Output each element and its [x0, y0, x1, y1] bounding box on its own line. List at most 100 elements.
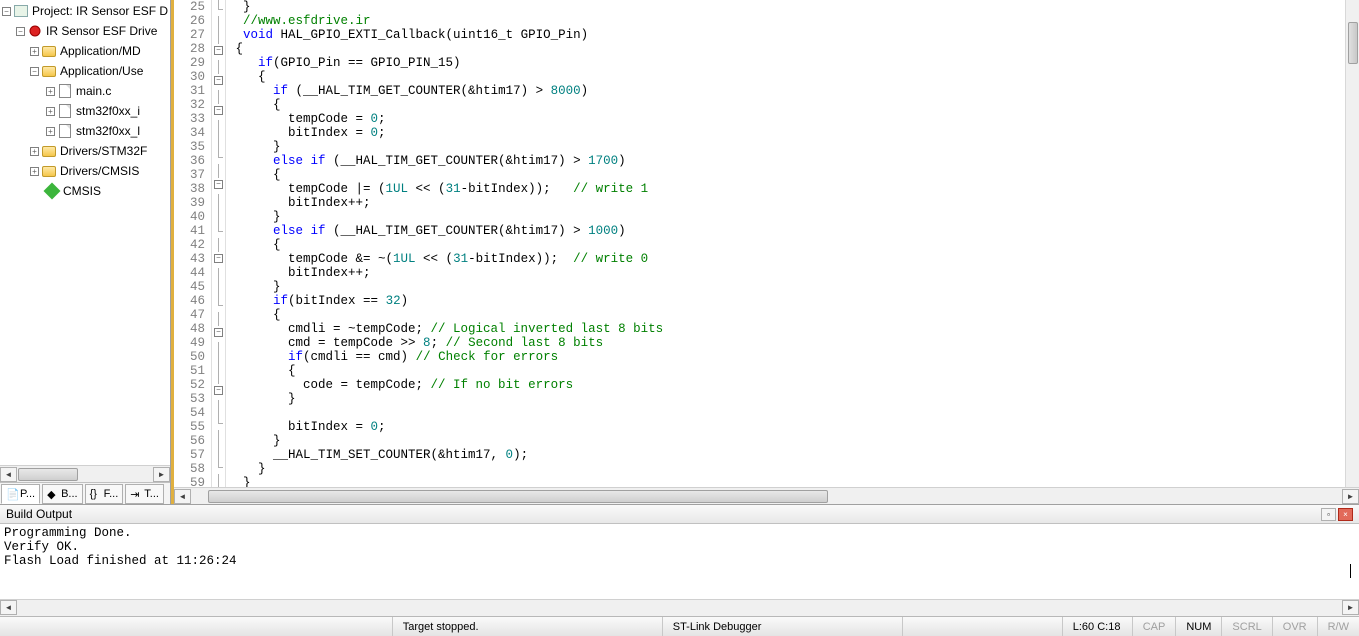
scroll-thumb[interactable] [18, 468, 78, 481]
code-line[interactable]: { [228, 364, 1359, 378]
code-line[interactable]: bitIndex++; [228, 266, 1359, 280]
code-line[interactable]: { [228, 308, 1359, 322]
expand-icon[interactable]: + [30, 47, 39, 56]
code-line[interactable]: } [228, 140, 1359, 154]
code-line[interactable]: if (__HAL_TIM_GET_COUNTER(&htim17) > 800… [228, 84, 1359, 98]
code-line[interactable]: { [228, 238, 1359, 252]
status-rw: R/W [1318, 617, 1359, 636]
code-line[interactable]: __HAL_TIM_SET_COUNTER(&htim17, 0); [228, 448, 1359, 462]
tree-label: stm32f0xx_i [76, 104, 140, 118]
tree-group-drv-hal[interactable]: + Drivers/STM32F [0, 141, 170, 161]
pin-button[interactable]: ▫ [1321, 508, 1336, 521]
code-line[interactable]: if(bitIndex == 32) [228, 294, 1359, 308]
status-ovr: OVR [1273, 617, 1318, 636]
tree-group-app-md[interactable]: + Application/MD [0, 41, 170, 61]
scroll-right-icon[interactable]: ► [1342, 600, 1359, 615]
line-number: 28 [174, 42, 205, 56]
code-line[interactable]: tempCode = 0; [228, 112, 1359, 126]
close-button[interactable]: × [1338, 508, 1353, 521]
code-line[interactable]: bitIndex = 0; [228, 126, 1359, 140]
code-line[interactable]: tempCode |= (1UL << (31-bitIndex)); // w… [228, 182, 1359, 196]
expand-icon[interactable]: + [30, 167, 39, 176]
file-icon [57, 84, 73, 98]
tree-file-main[interactable]: + main.c [0, 81, 170, 101]
scroll-right-icon[interactable]: ► [1342, 489, 1359, 504]
fold-line-icon [214, 134, 223, 148]
project-tree[interactable]: − Project: IR Sensor ESF D − IR Sensor E… [0, 0, 170, 465]
tree-group-app-user[interactable]: − Application/Use [0, 61, 170, 81]
tab-templates[interactable]: ⇥T... [125, 484, 164, 504]
line-number: 41 [174, 224, 205, 238]
tab-functions[interactable]: {}F... [85, 484, 124, 504]
code-line[interactable]: { [228, 98, 1359, 112]
code-line[interactable] [228, 406, 1359, 420]
code-line[interactable]: if(cmdli == cmd) // Check for errors [228, 350, 1359, 364]
code-line[interactable]: { [228, 70, 1359, 84]
editor-hscrollbar[interactable]: ◄ ► [174, 487, 1359, 504]
code-line[interactable]: } [228, 476, 1359, 487]
code-line[interactable]: } [228, 210, 1359, 224]
scroll-thumb[interactable] [1348, 22, 1358, 64]
line-number: 32 [174, 98, 205, 112]
code-line[interactable]: { [228, 42, 1359, 56]
tree-hscrollbar[interactable]: ◄ ► [0, 465, 170, 482]
scroll-left-icon[interactable]: ◄ [0, 600, 17, 615]
code-line[interactable]: code = tempCode; // If no bit errors [228, 378, 1359, 392]
code-line[interactable]: } [228, 392, 1359, 406]
code-line[interactable]: else if (__HAL_TIM_GET_COUNTER(&htim17) … [228, 154, 1359, 168]
build-output-title-bar: Build Output ▫ × [0, 505, 1359, 524]
collapse-icon[interactable]: − [2, 7, 11, 16]
diamond-icon [44, 184, 60, 198]
tree-file-it[interactable]: + stm32f0xx_i [0, 101, 170, 121]
fold-collapse-icon: − [214, 254, 223, 263]
fold-gutter[interactable]: −−−−−−− [212, 0, 226, 487]
line-number: 25 [174, 0, 205, 14]
tree-target[interactable]: − IR Sensor ESF Drive [0, 21, 170, 41]
code-line[interactable]: if(GPIO_Pin == GPIO_PIN_15) [228, 56, 1359, 70]
collapse-icon[interactable]: − [30, 67, 39, 76]
expand-icon[interactable]: + [30, 147, 39, 156]
code-line[interactable]: tempCode &= ~(1UL << (31-bitIndex)); // … [228, 252, 1359, 266]
line-number: 40 [174, 210, 205, 224]
tree-group-drv-cmsis[interactable]: + Drivers/CMSIS [0, 161, 170, 181]
line-number: 31 [174, 84, 205, 98]
code-line[interactable]: } [228, 280, 1359, 294]
line-number: 57 [174, 448, 205, 462]
scroll-left-icon[interactable]: ◄ [174, 489, 191, 504]
build-output-text[interactable]: Programming Done. Verify OK. Flash Load … [0, 524, 1359, 599]
code-line[interactable]: void HAL_GPIO_EXTI_Callback(uint16_t GPI… [228, 28, 1359, 42]
line-number: 42 [174, 238, 205, 252]
code-line[interactable]: cmdli = ~tempCode; // Logical inverted l… [228, 322, 1359, 336]
folder-icon [41, 164, 57, 178]
collapse-icon[interactable]: − [16, 27, 25, 36]
line-number: 48 [174, 322, 205, 336]
code-line[interactable]: //www.esfdrive.ir [228, 14, 1359, 28]
code-line[interactable]: } [228, 0, 1359, 14]
scroll-thumb[interactable] [208, 490, 828, 503]
tab-books[interactable]: ◆B... [42, 484, 83, 504]
tab-project[interactable]: 📄P... [1, 484, 40, 504]
code-line[interactable]: bitIndex++; [228, 196, 1359, 210]
tree-group-cmsis[interactable]: CMSIS [0, 181, 170, 201]
expand-icon[interactable]: + [46, 107, 55, 116]
tree-file-msp[interactable]: + stm32f0xx_l [0, 121, 170, 141]
line-number: 34 [174, 126, 205, 140]
code-line[interactable]: } [228, 462, 1359, 476]
editor-vscrollbar[interactable] [1345, 0, 1359, 487]
tree-project-root[interactable]: − Project: IR Sensor ESF D [0, 1, 170, 21]
code-editor[interactable]: 2526272829303132333435363738394041424344… [174, 0, 1359, 487]
code-body[interactable]: } //www.esfdrive.ir void HAL_GPIO_EXTI_C… [226, 0, 1359, 487]
code-line[interactable]: { [228, 168, 1359, 182]
build-hscrollbar[interactable]: ◄ ► [0, 599, 1359, 616]
expand-icon[interactable]: + [46, 127, 55, 136]
code-line[interactable]: } [228, 434, 1359, 448]
code-line[interactable]: else if (__HAL_TIM_GET_COUNTER(&htim17) … [228, 224, 1359, 238]
code-line[interactable]: bitIndex = 0; [228, 420, 1359, 434]
scroll-right-icon[interactable]: ► [153, 467, 170, 482]
fold-line-icon [214, 120, 223, 134]
code-line[interactable]: cmd = tempCode >> 8; // Second last 8 bi… [228, 336, 1359, 350]
expand-icon[interactable]: + [46, 87, 55, 96]
leaf-icon [30, 185, 42, 197]
status-cursor-pos: L:60 C:18 [1063, 617, 1133, 636]
scroll-left-icon[interactable]: ◄ [0, 467, 17, 482]
